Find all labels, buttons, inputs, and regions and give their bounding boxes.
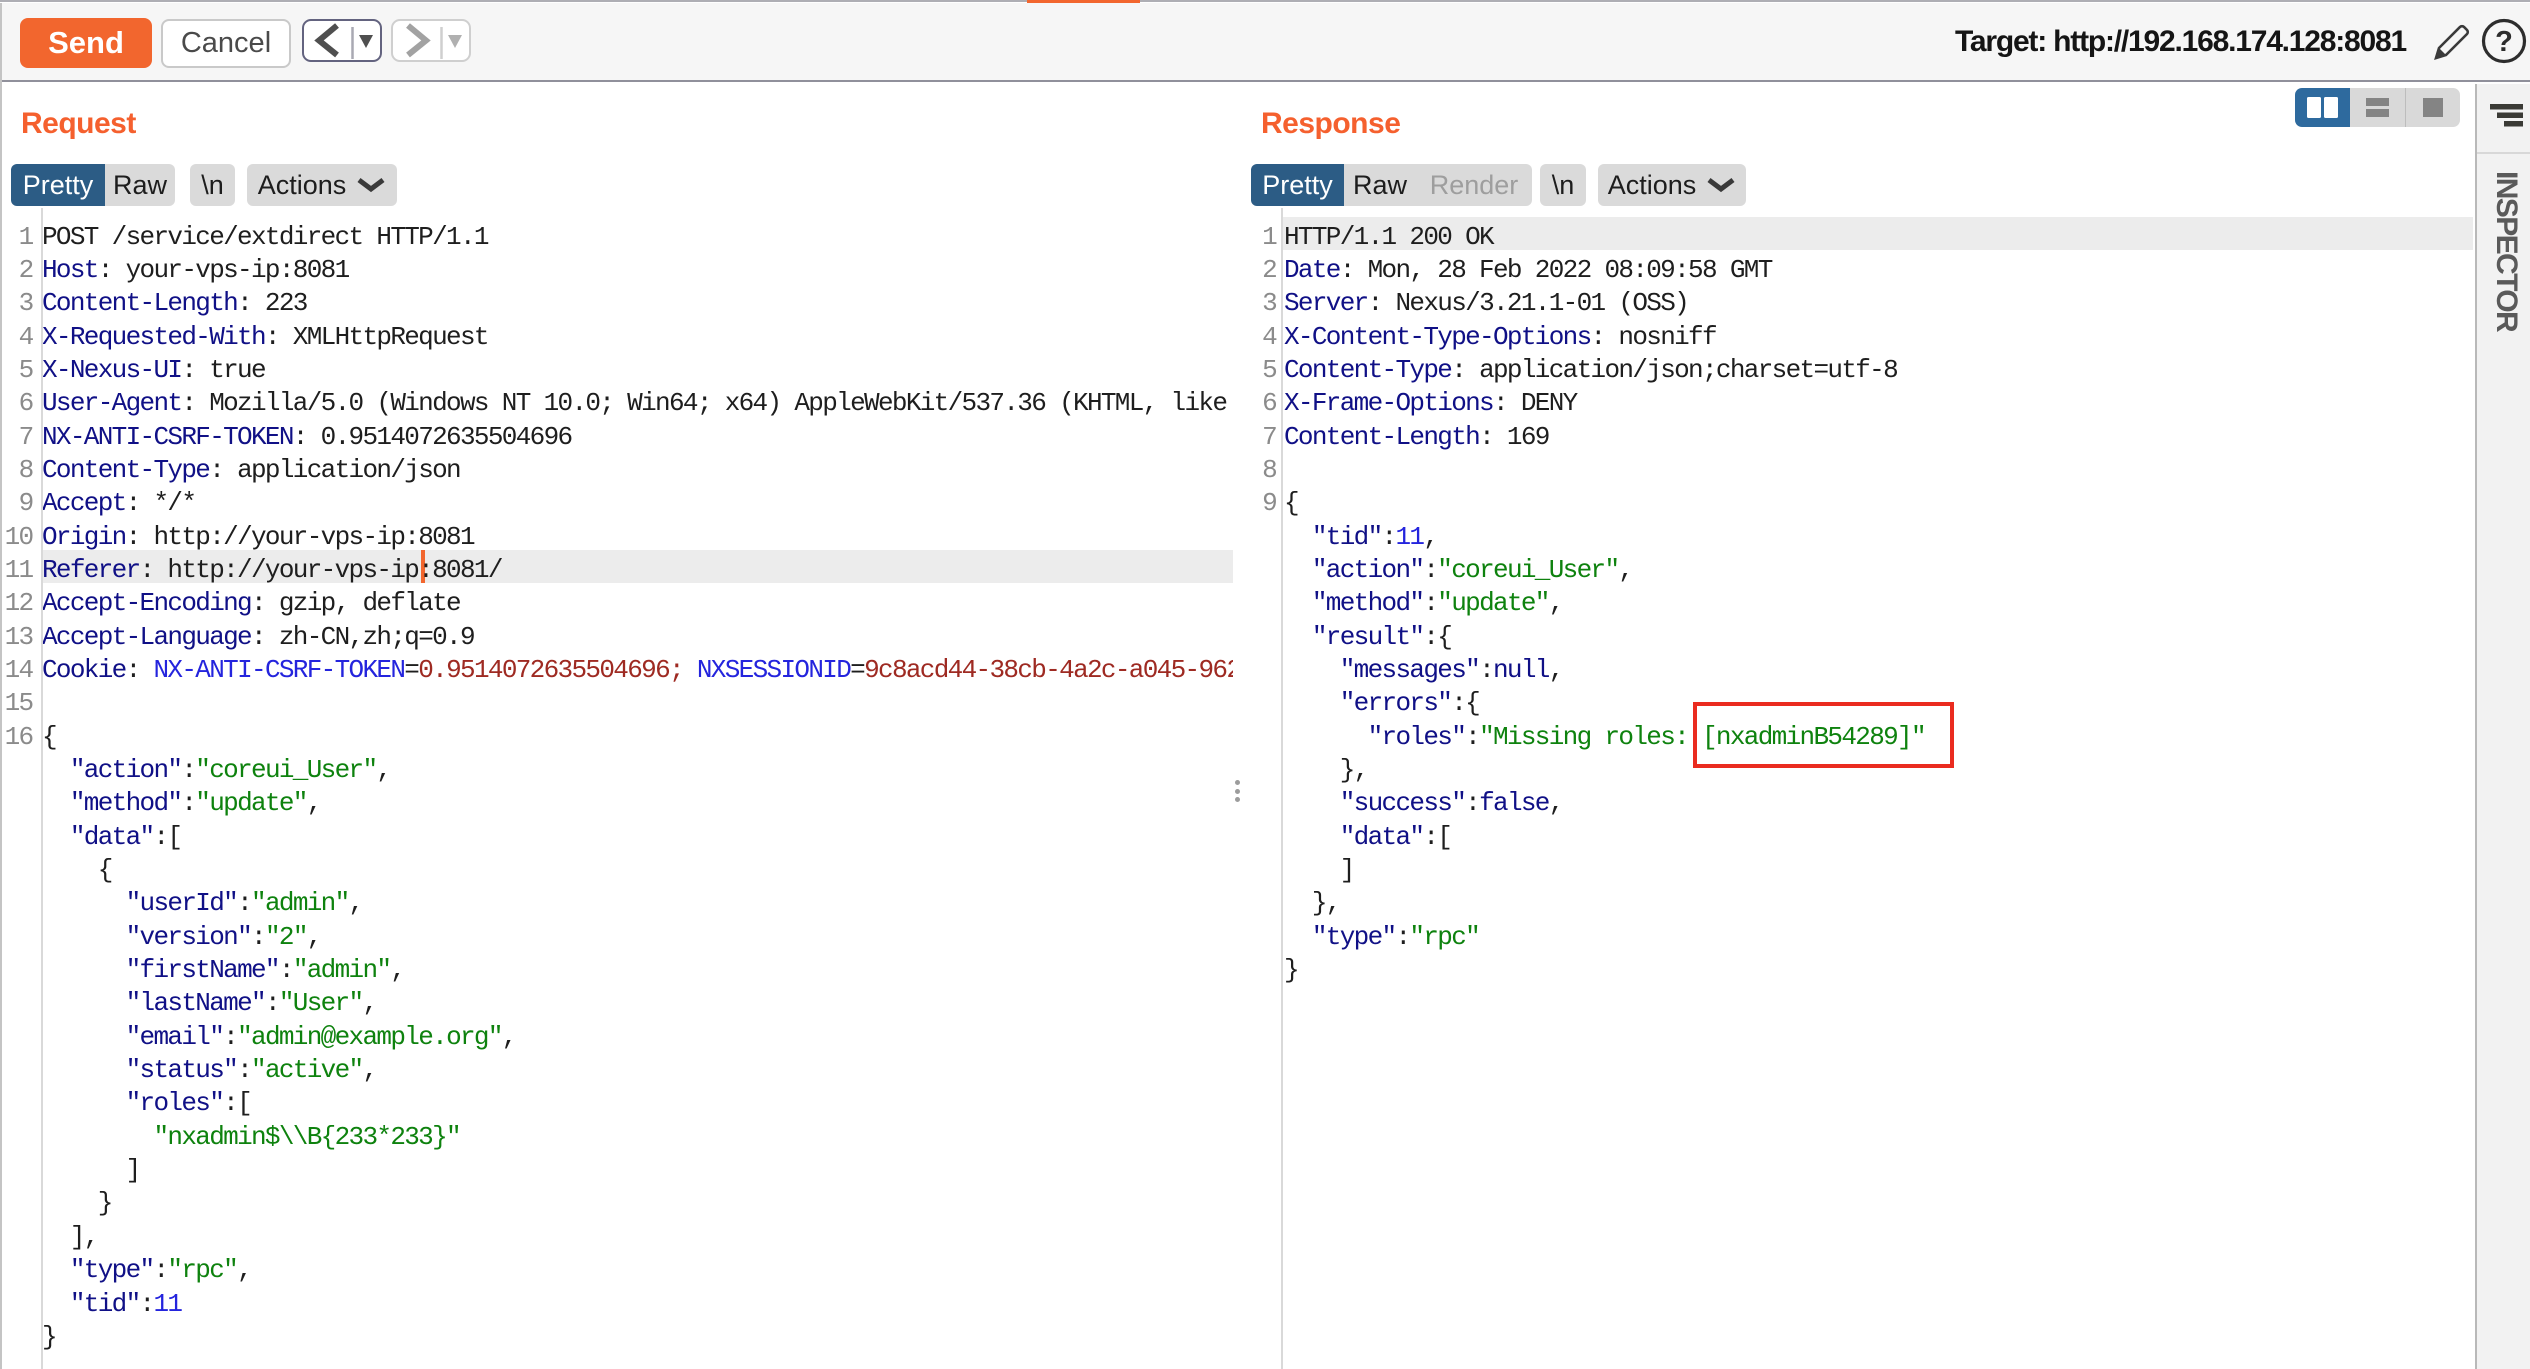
svg-text:?: ? (2495, 26, 2513, 58)
